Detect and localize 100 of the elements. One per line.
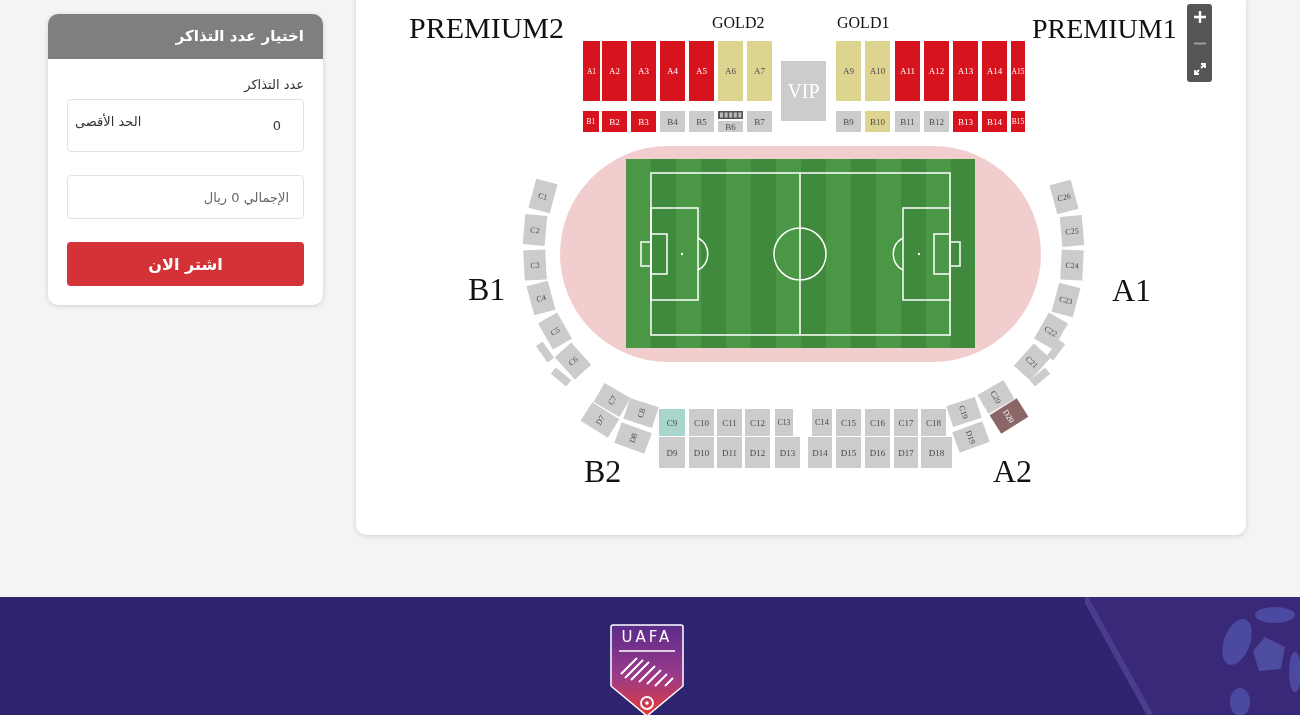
stand-section[interactable] [1060,249,1084,281]
stand-section[interactable] [865,409,890,436]
stand-section[interactable] [1059,215,1085,247]
section-label: D16 [869,447,886,458]
stand-section[interactable] [775,437,800,468]
section-label: B10 [870,116,885,127]
section-label: C15 [841,417,856,428]
stand-section[interactable] [523,249,547,281]
section-label: B3 [638,116,649,127]
stand-section[interactable] [522,214,548,246]
plus-icon [1193,11,1206,23]
stand-section[interactable] [812,409,832,436]
section-label: C18 [926,417,941,428]
stand-section[interactable] [946,396,982,428]
seat-row-icon [718,111,743,119]
stand-section[interactable] [836,409,861,436]
stand-section[interactable] [836,437,861,468]
section-label: C6 [566,354,580,368]
stand-section[interactable] [1011,41,1025,101]
section-label: C25 [1065,226,1080,237]
section-label: C5 [548,325,562,338]
section-label: D9 [666,447,678,458]
stand-section[interactable] [745,409,770,436]
section-label: C19 [957,404,970,420]
zone-label: GOLD2 [712,14,765,31]
stand-section[interactable] [894,409,918,436]
buy-now-button[interactable]: اشتر الان [67,242,304,286]
section-label: A6 [725,66,736,76]
stand-section[interactable] [895,111,920,132]
total-field[interactable]: الإجمالي 0 ريال [67,175,304,219]
section-label: A10 [869,66,886,76]
stand-section[interactable] [924,111,949,132]
zone-label: A2 [993,453,1033,489]
stand-section[interactable] [982,111,1007,132]
section-label: B6 [725,121,736,132]
stand-section[interactable] [614,422,652,454]
section-label: D8 [627,432,640,445]
stand-section[interactable] [689,111,714,132]
zone-label: B2 [584,453,622,489]
stand-section[interactable] [865,111,890,132]
section-label: C24 [1065,260,1079,271]
stand-section[interactable] [689,437,714,468]
stand-section[interactable] [623,397,659,429]
panel-title: اختيار عدد التذاكر [48,14,323,59]
section-label: D15 [840,447,857,458]
section-label: D12 [749,447,766,458]
stand-section[interactable] [717,409,742,436]
stand-section[interactable] [660,111,685,132]
section-label: C12 [750,417,765,428]
section-label: C2 [529,225,540,236]
section-label: A12 [928,66,945,76]
stand-section[interactable] [602,111,627,132]
section-label: D14 [812,447,828,458]
section-label: D19 [963,429,978,446]
section-label: D11 [721,447,738,458]
section-label: C7 [606,393,619,407]
stand-section[interactable] [745,437,770,468]
stand-section[interactable] [747,111,772,132]
stand-section[interactable] [659,437,685,468]
section-label: D10 [693,447,710,458]
section-label: D18 [928,447,945,458]
section-label: C21 [1023,354,1040,371]
stand-section[interactable] [659,409,685,436]
section-label: B9 [843,116,854,127]
stand-section[interactable] [921,437,952,468]
section-label: B4 [667,116,678,127]
stand-section[interactable] [631,111,656,132]
section-label: C9 [666,417,678,428]
section-label: A9 [843,66,854,76]
stand-section[interactable] [689,409,714,436]
stand-section[interactable] [526,280,556,316]
stand-section[interactable] [583,111,599,132]
section-label: C8 [635,407,648,419]
section-label: A4 [667,66,678,76]
stand-section[interactable] [1011,111,1025,132]
stand-section[interactable] [775,409,793,436]
section-label: A7 [754,66,765,76]
section-label: A2 [609,66,620,76]
stand-section[interactable] [894,437,918,468]
stand-section[interactable] [836,111,861,132]
section-label: B2 [609,116,620,127]
section-label: C11 [722,417,737,428]
section-label: B14 [987,116,1002,127]
section-label: C10 [694,417,709,428]
section-label: A5 [696,66,707,76]
stand-section[interactable] [808,437,832,468]
zone-label: GOLD1 [837,14,890,31]
section-label: C4 [535,292,547,305]
max-limit-label: الحد الأقصى [75,114,142,129]
section-label: B11 [900,116,915,127]
stand-section[interactable] [717,437,742,468]
section-label: B7 [754,116,765,127]
section-label: B12 [929,116,944,127]
section-label: B13 [958,116,973,127]
stand-section[interactable] [718,121,743,132]
stand-section[interactable] [953,111,978,132]
section-label: C22 [1042,324,1059,339]
section-label: C20 [988,389,1003,406]
stand-section[interactable] [921,409,946,436]
stand-section[interactable] [865,437,890,468]
